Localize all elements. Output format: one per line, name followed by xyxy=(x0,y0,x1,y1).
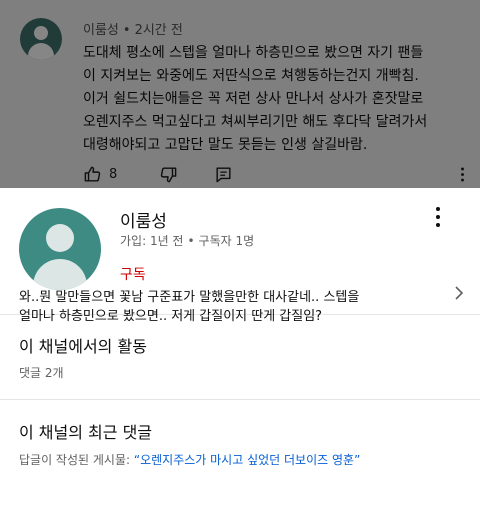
avatar-body xyxy=(28,43,54,60)
comment-text: 도대체 평소에 스텝을 얼마나 하층민으로 봤으면 자기 팬들 이 지켜보는 와… xyxy=(83,42,473,157)
comment-author-avatar[interactable] xyxy=(20,18,62,60)
avatar-head xyxy=(34,26,48,40)
subscribe-button[interactable]: 구독 xyxy=(120,264,146,284)
channel-subscribers: 구독자 1명 xyxy=(198,234,255,248)
comment-line: 대령해야되고 고맙단 말도 못듣는 인생 살길바람. xyxy=(83,137,368,153)
comment-background: 이룸성 • 2시간 전 도대체 평소에 스텝을 얼마나 하층민으로 봤으면 자기 팬… xyxy=(0,0,480,188)
comment-time: 2시간 전 xyxy=(134,23,183,38)
meta-separator: • xyxy=(187,234,195,248)
comment-line: 이거 쉴드치는애들은 꼭 저런 상사 만나서 상사가 혼잣말로 xyxy=(83,91,424,107)
channel-name[interactable]: 이룸성 xyxy=(120,207,167,232)
like-count: 8 xyxy=(109,166,118,182)
posted-on-label: 답글이 작성된 게시물: xyxy=(19,453,131,467)
dislike-button[interactable] xyxy=(159,162,178,186)
channel-more-button[interactable] xyxy=(430,206,446,228)
activity-title: 이 채널에서의 활동 xyxy=(19,337,147,356)
more-dot xyxy=(436,215,440,219)
reply-button[interactable] xyxy=(214,162,233,186)
divider xyxy=(0,399,480,400)
comment-line: 도대체 평소에 스텝을 얼마나 하층민으로 봤으면 자기 팬들 xyxy=(83,45,424,61)
reply-line: 얼마나 하층민으로 봤으면.. 저게 갑질이지 딴게 갑질임? xyxy=(19,309,323,324)
recent-comments-title: 이 채널의 최근 댓글 xyxy=(19,423,153,442)
comment-more-button[interactable] xyxy=(453,162,472,186)
activity-comment-count[interactable]: 댓글 2개 xyxy=(19,364,64,381)
recent-reply-text[interactable]: 와..뭔 말만들으면 꽃남 구준표가 말했을만한 대사같네.. 스텝을 얼마나 … xyxy=(19,288,439,326)
channel-joined: 가입: 1년 전 xyxy=(120,234,184,248)
thumbs-up-icon xyxy=(84,166,101,182)
channel-sheet: 이룸성 가입: 1년 전 • 구독자 1명 구독 이 채널에서의 활동 댓글 2개 … xyxy=(0,188,480,529)
reply-line: 와..뭔 말만들으면 꽃남 구준표가 말했을만한 대사같네.. 스텝을 xyxy=(19,290,360,305)
more-dot xyxy=(436,207,440,211)
more-dot xyxy=(436,223,440,227)
comment-meta: 이룸성 • 2시간 전 xyxy=(83,19,183,38)
reply-context: 답글이 작성된 게시물: “오렌지주스가 마시고 싶었던 더보이즈 영훈” xyxy=(19,451,360,468)
reply-icon xyxy=(216,166,231,182)
video-title-link[interactable]: “오렌지주스가 마시고 싶었던 더보이즈 영훈” xyxy=(134,453,360,467)
comment-author-name[interactable]: 이룸성 xyxy=(83,23,119,38)
avatar-head xyxy=(46,224,74,252)
comment-line: 이 지켜보는 와중에도 저딴식으로 쳐행동하는건지 개빡침. xyxy=(83,68,419,84)
avatar-body xyxy=(33,259,87,290)
channel-info: 가입: 1년 전 • 구독자 1명 xyxy=(120,232,254,249)
like-button[interactable]: 8 xyxy=(83,162,117,186)
comment-actions: 8 xyxy=(83,162,473,186)
channel-avatar[interactable] xyxy=(19,208,101,290)
chevron-right-icon[interactable] xyxy=(453,286,465,300)
comment-line: 오렌지주스 먹고싶다고 쳐씨부리기만 해도 후다닥 달려가서 xyxy=(83,114,428,130)
meta-separator: • xyxy=(122,23,131,38)
thumbs-down-icon xyxy=(160,166,177,182)
more-vertical-icon xyxy=(461,167,464,181)
